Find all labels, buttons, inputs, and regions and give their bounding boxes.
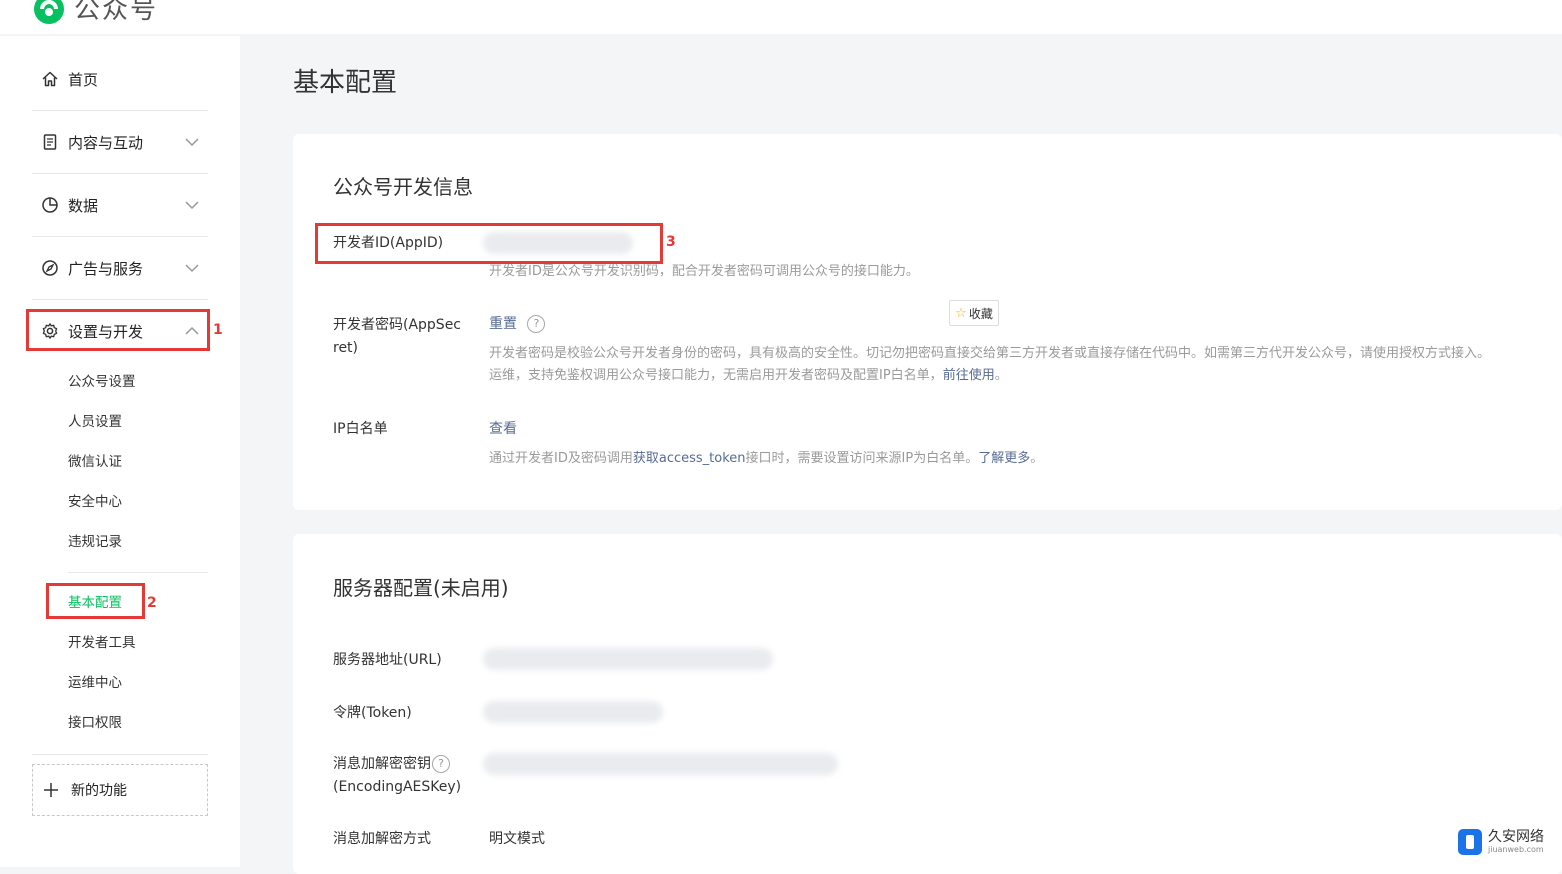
new-feature-label: 新的功能	[71, 783, 127, 799]
help-icon[interactable]: ?	[432, 755, 450, 773]
appid-desc: 开发者ID是公众号开发识别码，配合开发者密码可调用公众号的接口能力。	[489, 264, 919, 279]
annotation-box-2	[46, 583, 145, 619]
nav-ads[interactable]: 广告与服务	[32, 248, 208, 288]
divider	[32, 110, 208, 111]
divider	[32, 173, 208, 174]
aes-key-value-blurred	[483, 753, 838, 775]
page-title: 基本配置	[293, 68, 398, 98]
encryption-mode-label: 消息加解密方式	[333, 831, 431, 847]
nav-content-label: 内容与互动	[68, 133, 144, 152]
plus-icon	[44, 783, 58, 797]
annotation-box-3	[315, 223, 663, 264]
nav-content[interactable]: 内容与互动	[32, 122, 208, 162]
watermark: 久安网络 jiuanweb.com	[1458, 829, 1544, 855]
token-label: 令牌(Token)	[333, 705, 412, 721]
divider	[32, 299, 208, 300]
watermark-text: 久安网络 jiuanweb.com	[1488, 829, 1544, 855]
pie-chart-icon	[40, 195, 60, 215]
reset-secret-link[interactable]: 重置	[489, 316, 517, 332]
ip-whitelist-label: IP白名单	[333, 421, 388, 437]
ip-desc-text1: 通过开发者ID及密码调用	[489, 451, 633, 466]
document-icon	[40, 132, 60, 152]
sidebar-item-developer-tools[interactable]: 开发者工具	[68, 633, 136, 653]
sidebar: 首页 内容与互动 数据 广告与服务 设置与开发 公众号设置 人员设置 微信认证 …	[0, 36, 240, 867]
sidebar-item-security-center[interactable]: 安全中心	[68, 492, 122, 512]
dev-info-title: 公众号开发信息	[333, 175, 473, 199]
secret-label-line1: 开发者密码(AppSec	[333, 317, 462, 333]
secret-label-line2: ret)	[333, 340, 359, 356]
nav-ads-label: 广告与服务	[68, 259, 144, 278]
learn-more-link[interactable]: 了解更多	[978, 451, 1030, 466]
sidebar-item-ops-center[interactable]: 运维中心	[68, 673, 122, 693]
favorite-label: 收藏	[968, 306, 993, 321]
chevron-down-icon	[185, 138, 199, 147]
ip-desc-end: 。	[1030, 451, 1044, 466]
view-ip-whitelist-link[interactable]: 查看	[489, 418, 517, 438]
sidebar-item-api-permissions[interactable]: 接口权限	[68, 713, 122, 733]
sidebar-item-staff-settings[interactable]: 人员设置	[68, 412, 122, 432]
secret-desc-line2: 运维，支持免鉴权调用公众号接口能力，无需启用开发者密码及配置IP白名单，前往使用…	[489, 365, 1008, 387]
access-token-link[interactable]: 获取access_token	[633, 451, 746, 466]
divider	[32, 236, 208, 237]
annotation-tag-3: 3	[666, 234, 676, 250]
annotation-box-1	[26, 309, 210, 351]
secret-desc-end: 。	[994, 368, 1008, 383]
divider	[68, 572, 208, 573]
chevron-down-icon	[185, 201, 199, 210]
encryption-mode-value: 明文模式	[489, 831, 545, 847]
help-icon[interactable]: ?	[527, 315, 546, 333]
secret-desc-line1: 开发者密码是校验公众号开发者身份的密码，具有极高的安全性。切记勿把密码直接交给第…	[489, 346, 1491, 361]
annotation-tag-1: 1	[213, 322, 223, 338]
aes-key-label-line2: (EncodingAESKey)	[333, 779, 462, 795]
ip-whitelist-desc: 通过开发者ID及密码调用获取access_token接口时，需要设置访问来源IP…	[489, 448, 1043, 470]
home-icon	[40, 69, 60, 89]
compass-icon	[40, 258, 60, 278]
secret-actions: 重置 ?	[489, 313, 546, 333]
dev-info-card: 公众号开发信息 开发者ID(AppID) 开发者ID是公众号开发识别码，配合开发…	[293, 134, 1562, 510]
server-config-title: 服务器配置(未启用)	[333, 576, 509, 600]
top-bar: 公众号	[0, 0, 1562, 34]
sidebar-item-violation-records[interactable]: 违规记录	[68, 532, 122, 552]
nav-data[interactable]: 数据	[32, 185, 208, 225]
secret-desc-text: 运维，支持免鉴权调用公众号接口能力，无需启用开发者密码及配置IP白名单，	[489, 368, 943, 383]
ip-desc-text2: 接口时，需要设置访问来源IP为白名单。	[745, 451, 979, 466]
server-url-label: 服务器地址(URL)	[333, 652, 442, 668]
aes-key-label-text: 消息加解密密钥	[333, 756, 431, 772]
divider	[32, 754, 208, 755]
wechat-logo-icon	[34, 0, 64, 24]
token-value-blurred	[483, 701, 663, 723]
aes-key-label: 消息加解密密钥?	[333, 753, 450, 775]
chevron-down-icon	[185, 264, 199, 273]
watermark-en: jiuanweb.com	[1488, 845, 1544, 854]
app-title[interactable]: 公众号	[74, 0, 158, 26]
nav-home-label: 首页	[68, 70, 99, 89]
annotation-tag-2: 2	[147, 595, 157, 611]
watermark-cn: 久安网络	[1488, 829, 1544, 845]
server-config-card: 服务器配置(未启用) 服务器地址(URL) 令牌(Token) 消息加解密密钥?…	[293, 534, 1562, 874]
sidebar-item-account-settings[interactable]: 公众号设置	[68, 372, 136, 392]
star-icon: ☆	[955, 305, 967, 321]
server-url-value-blurred	[483, 648, 773, 670]
nav-home[interactable]: 首页	[32, 59, 208, 99]
sidebar-item-wechat-verification[interactable]: 微信认证	[68, 452, 122, 472]
favorite-button[interactable]: ☆ 收藏	[949, 300, 999, 326]
nav-data-label: 数据	[68, 196, 99, 215]
watermark-logo-icon	[1458, 829, 1482, 855]
new-feature-button[interactable]: 新的功能	[32, 764, 208, 816]
go-use-link[interactable]: 前往使用	[943, 368, 995, 383]
